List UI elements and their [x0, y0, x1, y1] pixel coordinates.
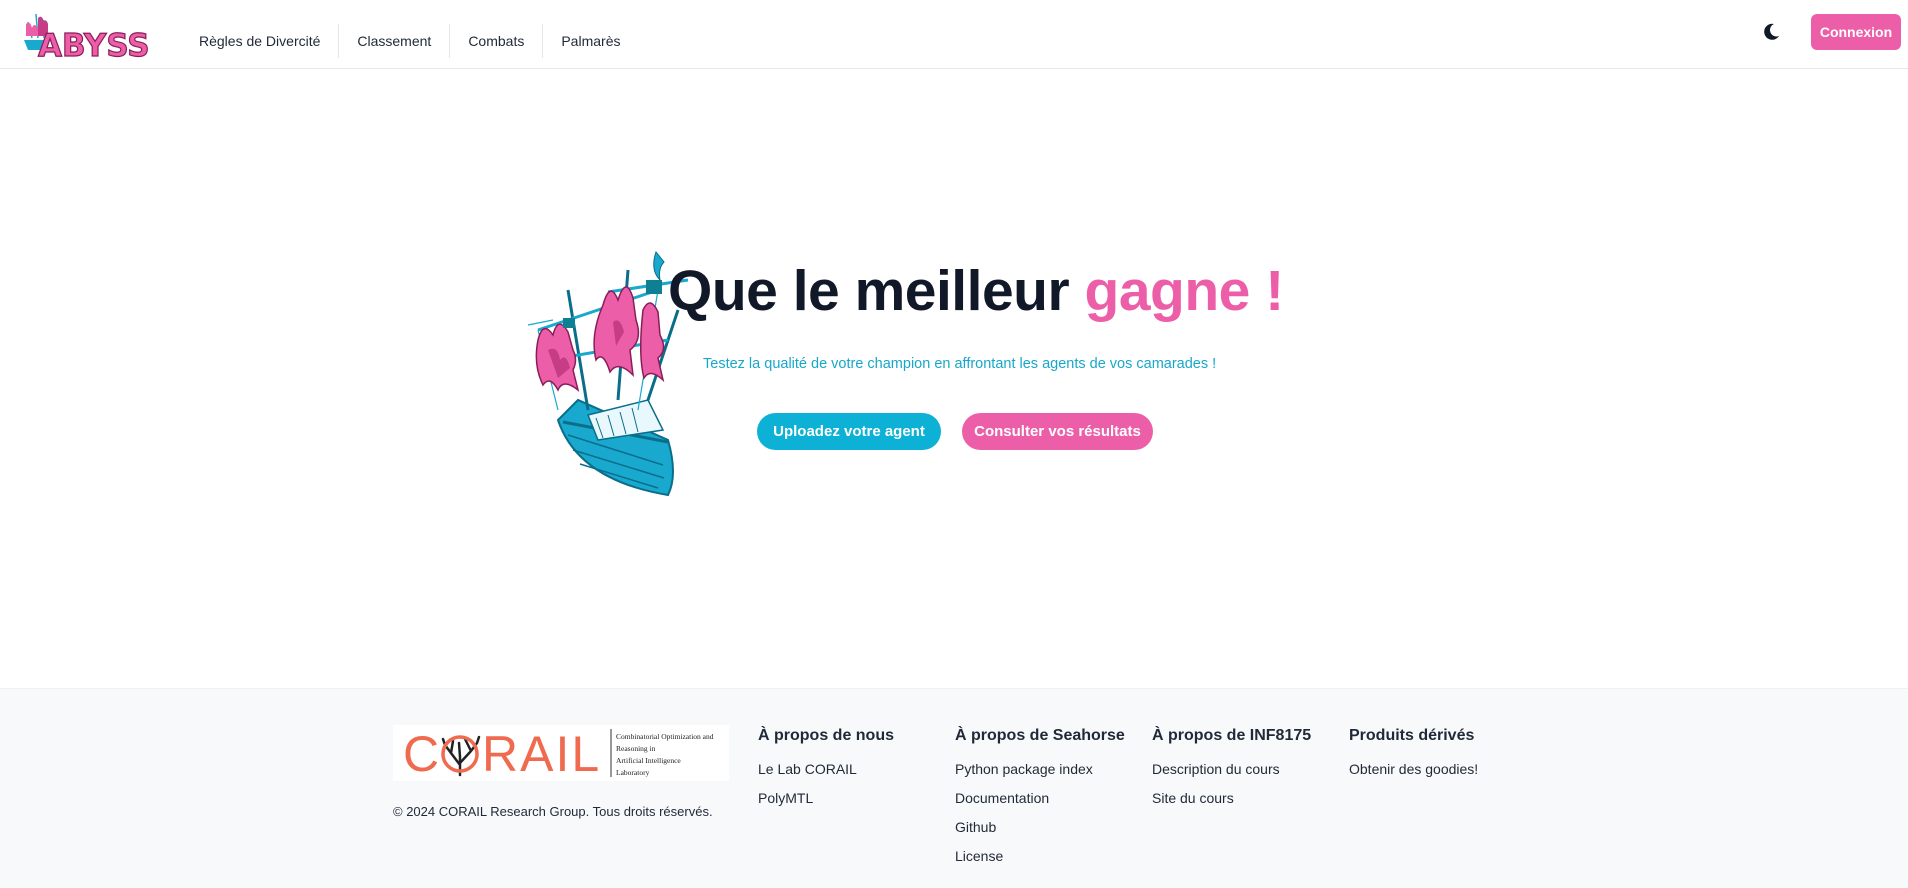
login-button[interactable]: Connexion — [1811, 14, 1901, 50]
hero-title-main: Que le meilleur — [668, 259, 1085, 323]
top-navbar: ABYSS Règles de Divercité Classement Com… — [0, 0, 1908, 69]
footer-link-license[interactable]: License — [955, 848, 1125, 877]
hero-title-accent: gagne ! — [1084, 259, 1285, 323]
footer-col-seahorse: À propos de Seahorse Python package inde… — [955, 727, 1125, 877]
site-footer: CORAIL Combinatorial Optimization and Re… — [0, 688, 1908, 888]
hero-title: Que le meilleur gagne ! — [668, 258, 1284, 324]
footer-col-title: À propos de Seahorse — [955, 727, 1125, 744]
copyright-text: © 2024 CORAIL Research Group. Tous droit… — [393, 804, 713, 819]
footer-col-about-us: À propos de nous Le Lab CORAIL PolyMTL — [758, 727, 894, 819]
footer-col-title: Produits dérivés — [1349, 727, 1475, 744]
sunken-ship-illustration — [527, 250, 689, 497]
footer-col-merch: Produits dérivés Obtenir des goodies! — [1349, 727, 1478, 790]
corail-line-2: Reasoning in — [616, 744, 656, 753]
nav-item-classement[interactable]: Classement — [339, 24, 451, 58]
coral-icon — [439, 733, 481, 777]
nav-item-palmares[interactable]: Palmarès — [543, 24, 638, 58]
footer-col-title: À propos de nous — [758, 727, 894, 744]
moon-icon[interactable] — [1760, 21, 1782, 43]
footer-link-polymtl[interactable]: PolyMTL — [758, 790, 894, 819]
abyss-logo[interactable]: ABYSS — [14, 6, 152, 62]
footer-col-inf8175: À propos de INF8175 Description du cours… — [1152, 727, 1311, 819]
logo-text: ABYSS — [38, 28, 150, 62]
corail-logo[interactable]: CORAIL Combinatorial Optimization and Re… — [393, 725, 729, 781]
corail-logo-word: CORAIL — [403, 726, 601, 781]
upload-agent-button[interactable]: Uploadez votre agent — [757, 413, 941, 450]
corail-line-3: Artificial Intelligence — [616, 756, 681, 765]
footer-link-goodies[interactable]: Obtenir des goodies! — [1349, 761, 1478, 790]
footer-link-lab-corail[interactable]: Le Lab CORAIL — [758, 761, 894, 790]
corail-line-1: Combinatorial Optimization and — [616, 732, 714, 741]
footer-link-course-site[interactable]: Site du cours — [1152, 790, 1311, 819]
view-results-button[interactable]: Consulter vos résultats — [962, 413, 1153, 450]
nav-item-combats[interactable]: Combats — [450, 24, 544, 58]
footer-link-pypi[interactable]: Python package index — [955, 761, 1125, 790]
main-nav: Règles de Divercité Classement Combats P… — [181, 24, 638, 58]
footer-link-course-description[interactable]: Description du cours — [1152, 761, 1311, 790]
hero-subtitle: Testez la qualité de votre champion en a… — [703, 356, 1217, 372]
corail-line-4: Laboratory — [616, 768, 650, 777]
footer-link-documentation[interactable]: Documentation — [955, 790, 1125, 819]
nav-item-regles[interactable]: Règles de Divercité — [181, 24, 340, 58]
footer-col-title: À propos de INF8175 — [1152, 727, 1312, 744]
footer-link-github[interactable]: Github — [955, 819, 1125, 848]
